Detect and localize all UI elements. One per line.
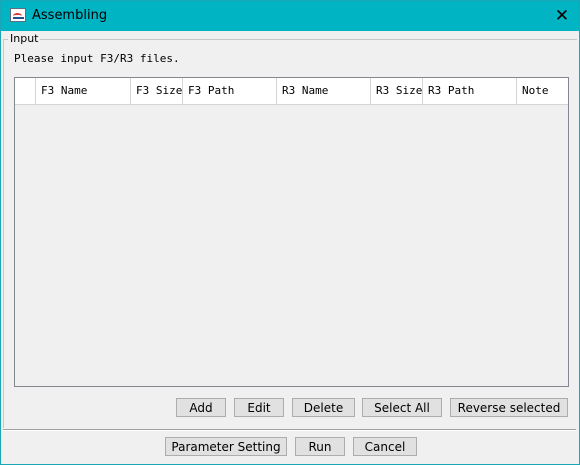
edit-button[interactable]: Edit (234, 398, 284, 417)
footer-separator-highlight (3, 430, 576, 431)
column-header-f3-path[interactable]: F3 Path (183, 78, 277, 104)
parameter-setting-button[interactable]: Parameter Setting (165, 437, 287, 456)
column-header-r3-path[interactable]: R3 Path (423, 78, 517, 104)
column-header-select[interactable] (15, 78, 36, 104)
table-header: F3 Name F3 Size F3 Path R3 Name R3 Size … (15, 78, 568, 105)
column-header-r3-size[interactable]: R3 Size (371, 78, 423, 104)
run-button[interactable]: Run (295, 437, 345, 456)
delete-button[interactable]: Delete (292, 398, 355, 417)
reverse-selected-button[interactable]: Reverse selected (450, 398, 568, 417)
column-header-f3-size[interactable]: F3 Size (131, 78, 183, 104)
file-table[interactable]: F3 Name F3 Size F3 Path R3 Name R3 Size … (14, 77, 569, 387)
column-header-f3-name[interactable]: F3 Name (36, 78, 131, 104)
window-title: Assembling (32, 8, 108, 23)
instruction-text: Please input F3/R3 files. (14, 52, 180, 65)
input-group-label: Input (8, 32, 41, 45)
add-button[interactable]: Add (176, 398, 226, 417)
column-header-note[interactable]: Note (517, 78, 568, 104)
title-bar[interactable]: Assembling ✕ (1, 1, 579, 31)
cancel-button[interactable]: Cancel (353, 437, 417, 456)
app-logo-icon (10, 8, 26, 22)
column-header-r3-name[interactable]: R3 Name (277, 78, 371, 104)
select-all-button[interactable]: Select All (362, 398, 442, 417)
close-icon[interactable]: ✕ (545, 1, 579, 31)
